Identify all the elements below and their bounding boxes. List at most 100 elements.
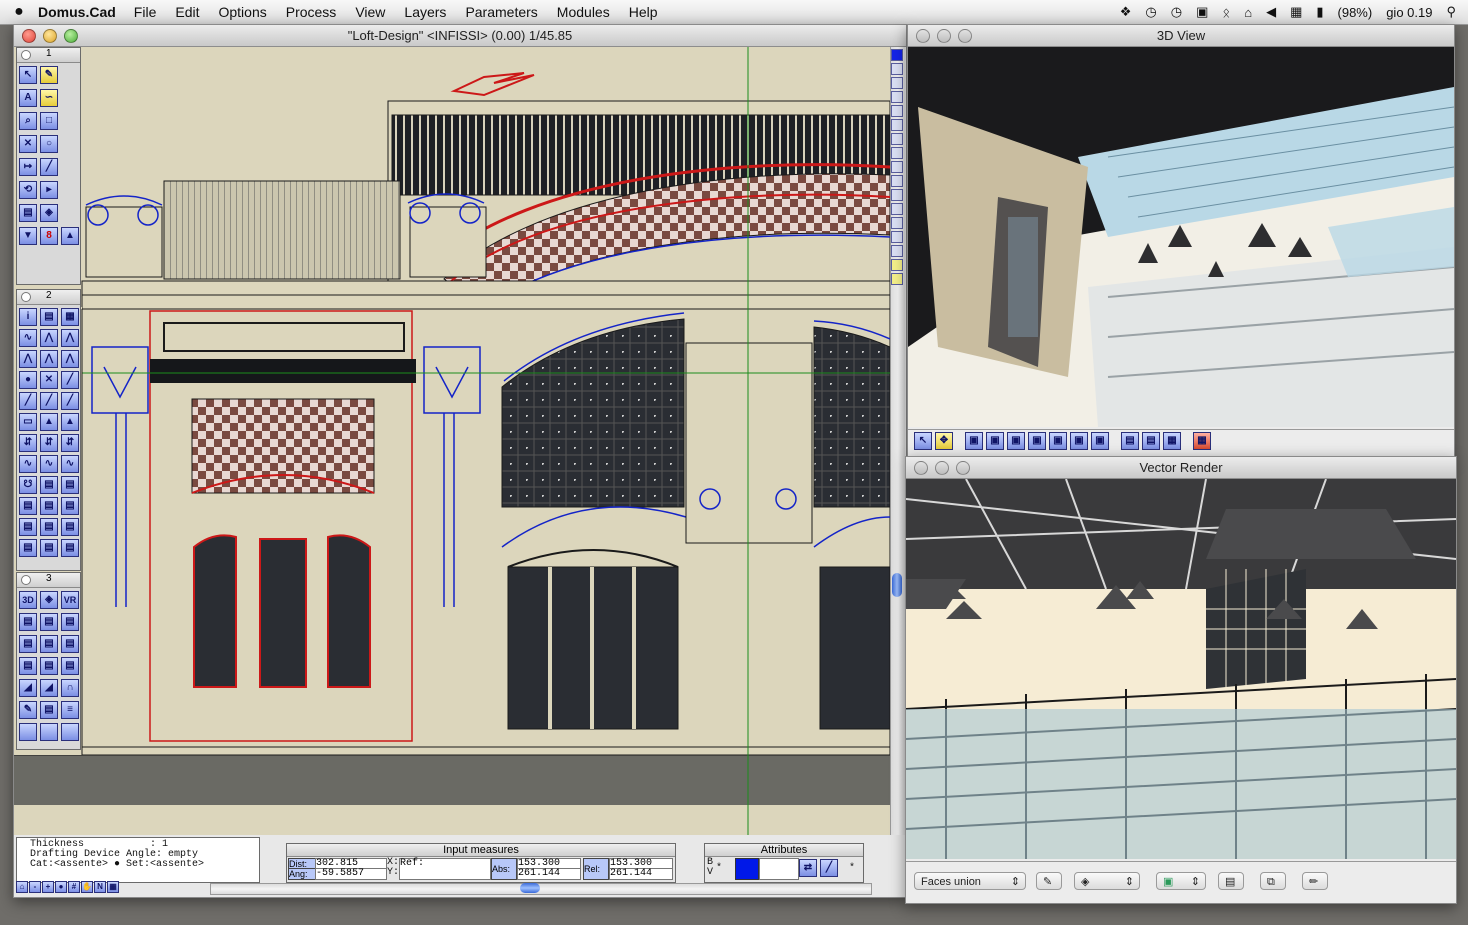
snap-tool-12[interactable] [891, 203, 903, 215]
abs-button[interactable]: Abs: [491, 858, 517, 880]
palette-3-close[interactable] [21, 575, 31, 585]
tool-2-23-icon[interactable]: ∿ [40, 455, 58, 473]
volume-icon[interactable]: ◀ [1266, 4, 1276, 20]
tool-2-28-icon[interactable]: ▤ [19, 497, 37, 515]
menu-help[interactable]: Help [629, 4, 658, 20]
tool-2-33-icon[interactable]: ▤ [61, 518, 79, 536]
snap-tool-16[interactable] [891, 259, 903, 271]
arrow-down-icon[interactable]: ▼ [19, 227, 37, 245]
spotlight-search-icon[interactable]: ⚲ [1446, 4, 1456, 20]
orbit-select-icon[interactable]: ↖ [914, 432, 932, 450]
tool-3-11-icon[interactable]: ▤ [40, 657, 58, 675]
tool-2-10-icon[interactable]: ● [19, 371, 37, 389]
layer-icon[interactable]: ▦ [107, 881, 119, 893]
tool-2-16-icon[interactable]: ▭ [19, 413, 37, 431]
palette-1-close[interactable] [21, 50, 31, 60]
tool-3-10-icon[interactable]: ▤ [19, 657, 37, 675]
n-icon[interactable]: N [94, 881, 106, 893]
snap-tool-8[interactable] [891, 147, 903, 159]
tool-2-34-icon[interactable]: ▤ [19, 539, 37, 557]
tool-3-19-icon[interactable] [19, 723, 37, 741]
home-icon[interactable]: ⌂ [16, 881, 28, 893]
table-icon[interactable]: ▦ [61, 308, 79, 326]
vertical-scroll-thumb[interactable] [892, 573, 902, 597]
cube-right-icon[interactable]: ▣ [1028, 432, 1046, 450]
view-3d-canvas[interactable] [908, 47, 1454, 427]
plus-icon[interactable]: + [42, 881, 54, 893]
tool-2-14-icon[interactable]: ╱ [40, 392, 58, 410]
tool-2-13-icon[interactable]: ╱ [19, 392, 37, 410]
level-8-icon[interactable]: 8 [40, 227, 58, 245]
tool-2-25-icon[interactable]: ☋ [19, 476, 37, 494]
tool-3-8-icon[interactable]: ▤ [40, 635, 58, 653]
diagonal-icon[interactable]: ╱ [40, 158, 58, 176]
tool-2-4-icon[interactable]: ∿ [19, 329, 37, 347]
text-render-button[interactable]: ▤ [1218, 872, 1244, 890]
vector-render-canvas[interactable] [906, 479, 1456, 859]
tool-2-19-icon[interactable]: ⇵ [19, 434, 37, 452]
tool-2-12-icon[interactable]: ╱ [61, 371, 79, 389]
display-icon[interactable]: ▣ [1196, 4, 1208, 20]
tool-2-20-icon[interactable]: ⇵ [40, 434, 58, 452]
tool-3-12-icon[interactable]: ▤ [61, 657, 79, 675]
tool-2-35-icon[interactable]: ▤ [40, 539, 58, 557]
snap-tool-5[interactable] [891, 105, 903, 117]
cad-drawing-canvas[interactable] [14, 47, 890, 835]
snap-tool-2[interactable] [891, 63, 903, 75]
tool-2-26-icon[interactable]: ▤ [40, 476, 58, 494]
battery-icon[interactable]: ▮ [1316, 4, 1323, 20]
camera-select[interactable]: ◈ ⇕ [1074, 872, 1140, 890]
camera-icon[interactable]: ◈ [40, 204, 58, 222]
cut-tool-icon[interactable]: ✕ [19, 135, 37, 153]
tool-2-31-icon[interactable]: ▤ [19, 518, 37, 536]
render-icon[interactable]: ◈ [40, 591, 58, 609]
menubar-clock[interactable]: gio 0.19 [1386, 5, 1432, 20]
pan-move-icon[interactable]: ✥ [935, 432, 953, 450]
ref-field[interactable]: Ref: [399, 858, 491, 880]
tool-2-8-icon[interactable]: ⋀ [40, 350, 58, 368]
apple-menu-icon[interactable]: ● [0, 3, 38, 21]
tool-2-17-icon[interactable]: ▲ [40, 413, 58, 431]
cube-left-icon[interactable]: ▣ [1007, 432, 1025, 450]
tool-2-9-icon[interactable]: ⋀ [61, 350, 79, 368]
circle-tool-icon[interactable]: ○ [40, 135, 58, 153]
tool-2-29-icon[interactable]: ▤ [40, 497, 58, 515]
tool-3-13-icon[interactable]: ◢ [19, 679, 37, 697]
tool-3-18-icon[interactable]: ≡ [61, 701, 79, 719]
node-edit-icon[interactable]: ⌕ [19, 112, 37, 130]
horizontal-scroll-thumb[interactable] [520, 883, 540, 893]
mirror-icon[interactable]: ▸ [40, 181, 58, 199]
view-3d-titlebar[interactable]: 3D View [908, 25, 1454, 47]
tool-2-6-icon[interactable]: ⋀ [61, 329, 79, 347]
cube-front-icon[interactable]: ▣ [965, 432, 983, 450]
hand-icon[interactable]: ✋ [81, 881, 93, 893]
curve-pen-icon[interactable]: ∽ [40, 89, 58, 107]
paste-view-icon[interactable]: ▤ [1142, 432, 1160, 450]
menu-modules[interactable]: Modules [557, 4, 610, 20]
pencil-icon[interactable]: ✎ [40, 66, 58, 84]
tool-3-7-icon[interactable]: ▤ [19, 635, 37, 653]
minus-icon[interactable]: - [29, 881, 41, 893]
dropbox-icon[interactable]: ❖ [1120, 4, 1132, 20]
snap-tool-13[interactable] [891, 217, 903, 229]
palette-2-close[interactable] [21, 292, 31, 302]
snap-tool-15[interactable] [891, 245, 903, 257]
horizontal-scrollbar[interactable] [210, 883, 872, 895]
color-swatch[interactable] [735, 858, 759, 880]
cube-persp-icon[interactable]: ▣ [1070, 432, 1088, 450]
rect-tool-icon[interactable]: □ [40, 112, 58, 130]
record-icon[interactable]: ● [55, 881, 67, 893]
edit-render-button[interactable]: ✏ [1302, 872, 1328, 890]
copy-view-icon[interactable]: ▤ [1121, 432, 1139, 450]
snap-tool-10[interactable] [891, 175, 903, 187]
tool-2-22-icon[interactable]: ∿ [19, 455, 37, 473]
menu-layers[interactable]: Layers [404, 4, 446, 20]
tool-2-21-icon[interactable]: ⇵ [61, 434, 79, 452]
tool-3-4-icon[interactable]: ▤ [19, 613, 37, 631]
tool-3-5-icon[interactable]: ▤ [40, 613, 58, 631]
tool-3-9-icon[interactable]: ▤ [61, 635, 79, 653]
display-select[interactable]: ▣ ⇕ [1156, 872, 1206, 890]
tool-2-18-icon[interactable]: ▲ [61, 413, 79, 431]
tool-2-24-icon[interactable]: ∿ [61, 455, 79, 473]
tool-3-20-icon[interactable] [40, 723, 58, 741]
